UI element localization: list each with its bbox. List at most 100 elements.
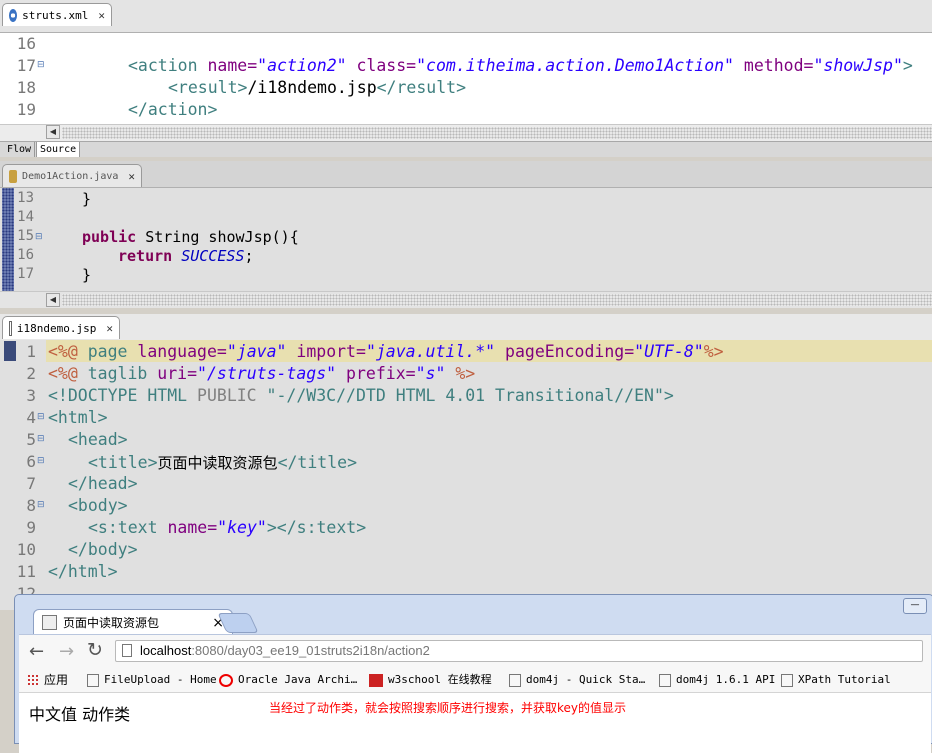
page-content: 中文值 动作类 当经过了动作类，就会按照搜索顺序进行搜索，并获取key的值显示	[19, 693, 931, 753]
code-line-11: </html>	[48, 562, 118, 581]
line-number: 11	[16, 562, 36, 581]
code-line-3: <!DOCTYPE HTML PUBLIC "-//W3C//DTD HTML …	[48, 386, 674, 405]
code-line-6: <title>页面中读取资源包</title>	[88, 453, 358, 472]
java-text: String showJsp(){	[136, 228, 299, 246]
browser-window: — 页面中读取资源包 × ← → ↻ localhost:8080/day03_…	[14, 594, 932, 753]
close-icon[interactable]: ✕	[98, 9, 105, 22]
java-keyword: public	[82, 228, 137, 246]
fold-icon[interactable]: ⊟	[37, 434, 45, 444]
line-number: 16	[16, 34, 36, 53]
line-number: 7	[26, 474, 36, 493]
line-number: 9	[26, 518, 36, 537]
code-line-2: <%@ taglib uri="/struts-tags" prefix="s"…	[48, 364, 476, 383]
reload-icon[interactable]: ↻	[87, 639, 103, 661]
url-path: :8080/day03_ee19_01struts2i18n/action2	[191, 643, 430, 658]
bookmark-fileupload[interactable]: FileUpload - Home	[87, 672, 217, 688]
tab-i18ndemo-jsp[interactable]: i18ndemo.jsp ✕	[2, 316, 120, 339]
tab-demo1action-java[interactable]: Demo1Action.java ✕	[2, 164, 142, 187]
horizontal-scrollbar[interactable]: ◀	[0, 124, 932, 141]
code-area[interactable]: 16 17 18 19 ⊟ <action name="action2" cla…	[0, 33, 932, 125]
fold-icon[interactable]: ⊟	[37, 456, 45, 466]
code-area[interactable]: 1 2 3 4 5 6 7 8 9 10 11 12 ⊟ ⊟ ⊟ ⊟ <%@ p…	[0, 340, 932, 610]
scroll-left-icon[interactable]: ◀	[46, 293, 60, 307]
line-number: 19	[16, 100, 36, 119]
close-icon[interactable]: ✕	[106, 322, 113, 335]
editor-tabstrip: i18ndemo.jsp ✕	[0, 314, 932, 341]
code-line-18: <result>/i18ndemo.jsp</result>	[168, 78, 466, 97]
line-number: 13	[17, 190, 34, 206]
code-area[interactable]: 13 14 15 16 17 ⊟ } public String showJsp…	[0, 188, 932, 292]
code-line-8: <body>	[68, 496, 128, 515]
line-number: 17	[17, 266, 34, 282]
xml-tag: <result>	[168, 78, 248, 97]
tab-label: i18ndemo.jsp	[16, 321, 97, 335]
jsp-file-icon	[9, 320, 12, 336]
java-file-icon	[9, 169, 18, 183]
line-number: 1	[26, 342, 36, 361]
xml-attr: name=	[197, 56, 258, 75]
annotation-text: 当经过了动作类，就会按照搜索顺序进行搜索，并获取key的值显示	[269, 701, 627, 715]
line-number: 15	[17, 228, 34, 244]
tab-label: Demo1Action.java	[22, 170, 119, 182]
scroll-left-icon[interactable]: ◀	[46, 125, 60, 139]
code-line-7: </head>	[68, 474, 138, 493]
scroll-track[interactable]	[62, 127, 932, 139]
page-icon	[781, 673, 793, 687]
fold-icon[interactable]: ⊟	[37, 60, 45, 70]
java-text: ;	[244, 247, 254, 265]
close-icon[interactable]: ✕	[128, 170, 135, 183]
code-line-5: <head>	[68, 430, 128, 449]
tab-source[interactable]: Source	[36, 142, 81, 157]
code-line-9: <s:text name="key"></s:text>	[88, 518, 367, 537]
code-line-4: <html>	[48, 408, 108, 427]
editor-tabstrip: struts.xml ✕	[0, 0, 932, 33]
line-number: 16	[17, 247, 34, 263]
fold-icon[interactable]: ⊟	[37, 500, 45, 510]
code-line-15: public String showJsp(){	[82, 228, 299, 246]
bookmark-oracle-java[interactable]: Oracle Java Archi…	[219, 672, 357, 688]
bookmark-dom4j-api[interactable]: dom4j 1.6.1 API	[659, 672, 775, 688]
tab-struts-xml[interactable]: struts.xml ✕	[2, 3, 112, 26]
xml-text: /i18ndemo.jsp	[247, 78, 377, 97]
forward-arrow-icon[interactable]: →	[59, 641, 74, 662]
page-icon	[122, 644, 132, 657]
gear-file-icon	[9, 8, 18, 22]
page-icon	[659, 673, 671, 687]
page-icon	[509, 673, 521, 687]
bookmarks-bar: 应用 FileUpload - Home Oracle Java Archi… …	[19, 668, 931, 693]
code-line-13: }	[82, 190, 92, 208]
browser-toolbar: ← → ↻ localhost:8080/day03_ee19_01struts…	[19, 634, 931, 669]
code-line-10: </body>	[68, 540, 138, 559]
horizontal-scrollbar[interactable]: ◀	[0, 291, 932, 308]
tab-label: struts.xml	[22, 8, 89, 22]
fold-icon[interactable]: ⊟	[37, 412, 45, 422]
line-number: 18	[16, 78, 36, 97]
minimize-icon[interactable]: —	[903, 598, 927, 614]
editor-tabstrip: Demo1Action.java ✕	[0, 161, 932, 188]
java-editor: Demo1Action.java ✕ 13 14 15 16 17 ⊟ } pu…	[0, 157, 932, 311]
code-line-17: <action name="action2" class="com.itheim…	[128, 56, 913, 75]
line-number: 8	[26, 496, 36, 515]
w3school-icon	[369, 673, 383, 687]
fold-icon[interactable]: ⊟	[35, 232, 43, 242]
editor-mode-tabs: Flow Source	[0, 141, 932, 158]
bookmark-w3school[interactable]: w3school 在线教程	[369, 672, 492, 688]
bookmark-dom4j-quickstart[interactable]: dom4j - Quick Sta…	[509, 672, 645, 688]
bookmark-apps[interactable]: 应用	[27, 672, 68, 688]
address-bar[interactable]: localhost:8080/day03_ee19_01struts2i18n/…	[115, 640, 923, 662]
browser-tab-title: 页面中读取资源包	[63, 616, 160, 630]
oracle-icon	[219, 673, 233, 687]
tab-flow[interactable]: Flow	[4, 142, 36, 157]
bookmark-xpath-tutorial[interactable]: XPath Tutorial	[781, 672, 891, 688]
line-number: 10	[16, 540, 36, 559]
page-icon	[87, 673, 99, 687]
scroll-track[interactable]	[62, 294, 932, 306]
back-arrow-icon[interactable]: ←	[29, 641, 44, 662]
java-keyword: return	[118, 247, 173, 265]
java-constant: SUCCESS	[181, 247, 245, 265]
xml-tag: </result>	[376, 78, 467, 97]
line-number: 2	[26, 364, 36, 383]
browser-tab[interactable]: 页面中读取资源包 ×	[33, 609, 233, 635]
xml-attr: method=	[734, 56, 814, 75]
xml-tag: >	[902, 56, 913, 75]
